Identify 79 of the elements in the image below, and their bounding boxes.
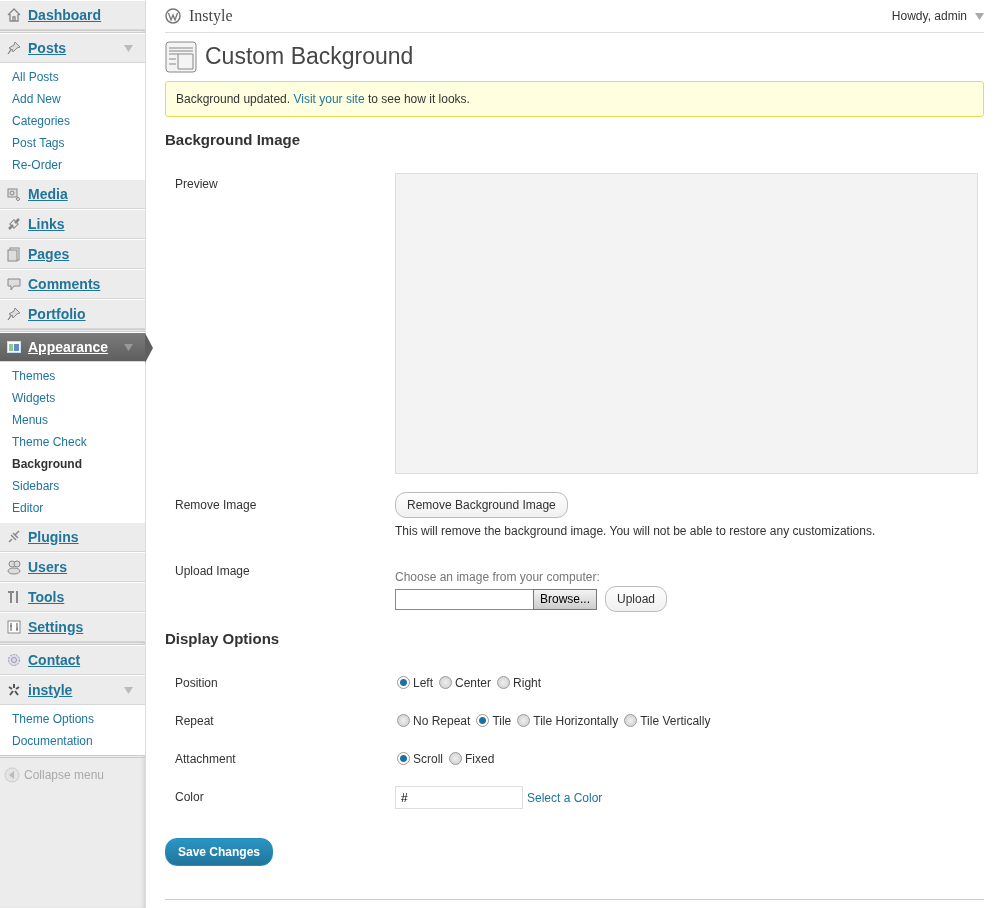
section-heading: Display Options [165,630,281,648]
submenu-item[interactable]: Theme Check [0,431,145,453]
menu-item[interactable]: Comments [0,269,145,299]
menu-item[interactable]: Media [0,179,145,209]
color-field[interactable]: # [395,786,523,809]
caret-icon [124,45,133,52]
radio-option[interactable]: Scroll [395,750,443,768]
submenu-item[interactable]: Documentation [0,730,145,752]
menu-item[interactable]: Users [0,552,145,582]
radio-option[interactable]: Tile Horizontally [515,712,619,730]
field-label: Color [174,789,205,806]
menu-item[interactable]: Plugins [0,522,145,552]
gear-icon [6,652,22,668]
save-changes-button[interactable]: Save Changes [165,838,274,866]
pages-icon [6,246,22,262]
people-icon [6,559,22,575]
menu-item[interactable]: Posts [0,33,145,63]
submenu-item[interactable]: Widgets [0,387,145,409]
radio-option[interactable]: Right [495,674,542,692]
submenu-item[interactable]: Add New [0,88,145,110]
plug-icon [6,529,22,545]
menu-item[interactable]: Contact [0,645,145,675]
submenu-item[interactable]: Background [0,453,145,475]
camera-icon [6,186,22,202]
field-label: Remove Image [174,497,258,514]
submenu-item[interactable]: Themes [0,365,145,387]
field-label: Preview [174,176,219,193]
upload-hint: Choose an image from your computer: [395,569,601,586]
asterisk-icon [6,682,22,698]
select-color-link[interactable]: Select a Color [527,788,603,807]
radio-option[interactable]: No Repeat [395,712,471,730]
field-label: Repeat [174,713,215,730]
sliders-icon [6,619,22,635]
page-title: Custom Background [205,43,414,71]
submenu-item[interactable]: All Posts [0,66,145,88]
site-link[interactable]: Visit your site [293,92,365,106]
caret-icon[interactable] [975,12,984,20]
notice-text: Background updated. [176,92,292,106]
radio-option[interactable]: Tile Vertically [622,712,711,730]
caret-icon [124,344,133,351]
submenu-item[interactable]: Categories [0,110,145,132]
upload-button[interactable]: Upload [605,586,668,612]
menu-item[interactable]: Links [0,209,145,239]
menu-item[interactable]: Tools [0,582,145,612]
site-title[interactable]: Instyle [189,4,233,28]
radio-option[interactable]: Fixed [447,750,495,768]
submenu-item[interactable]: Theme Options [0,708,145,730]
submenu-item[interactable]: Sidebars [0,475,145,497]
house-icon [6,7,22,23]
page-layout-icon [165,41,197,73]
speech-bubble-icon [6,276,22,292]
caret-icon [124,687,133,694]
field-label: Position [174,675,219,692]
menu-item[interactable]: instyle [0,675,145,705]
menu-item[interactable]: Pages [0,239,145,269]
remove-background-button[interactable]: Remove Background Image [395,492,568,518]
submenu-item[interactable]: Menus [0,409,145,431]
submenu-item[interactable]: Post Tags [0,132,145,154]
user-greeting[interactable]: Howdy, admin [891,7,967,25]
logo-icon[interactable] [165,8,181,24]
file-path-field[interactable] [395,588,533,610]
window-layout-icon [6,339,22,355]
menu-item[interactable]: Settings [0,612,145,642]
chain-link-icon [6,216,22,232]
menu-item[interactable]: Dashboard [0,0,145,30]
browse-button[interactable]: Browse... [533,588,597,610]
radio-option[interactable]: Left [395,674,433,692]
menu-item[interactable]: Portfolio [0,299,145,329]
radio-option[interactable]: Tile [474,712,512,730]
pushpin-icon [6,40,22,56]
pushpin-icon [6,306,22,322]
submenu-item[interactable]: Editor [0,497,145,519]
radio-option[interactable]: Center [437,674,492,692]
notice-text: to see how it looks. [366,92,470,106]
field-label: Upload Image [174,563,251,580]
submenu-item[interactable]: Re-Order [0,154,145,176]
field-label: Attachment [174,751,237,768]
section-heading: Background Image [165,131,302,149]
help-text: This will remove the background image. You will not be able to restore any customizations. [395,523,877,540]
